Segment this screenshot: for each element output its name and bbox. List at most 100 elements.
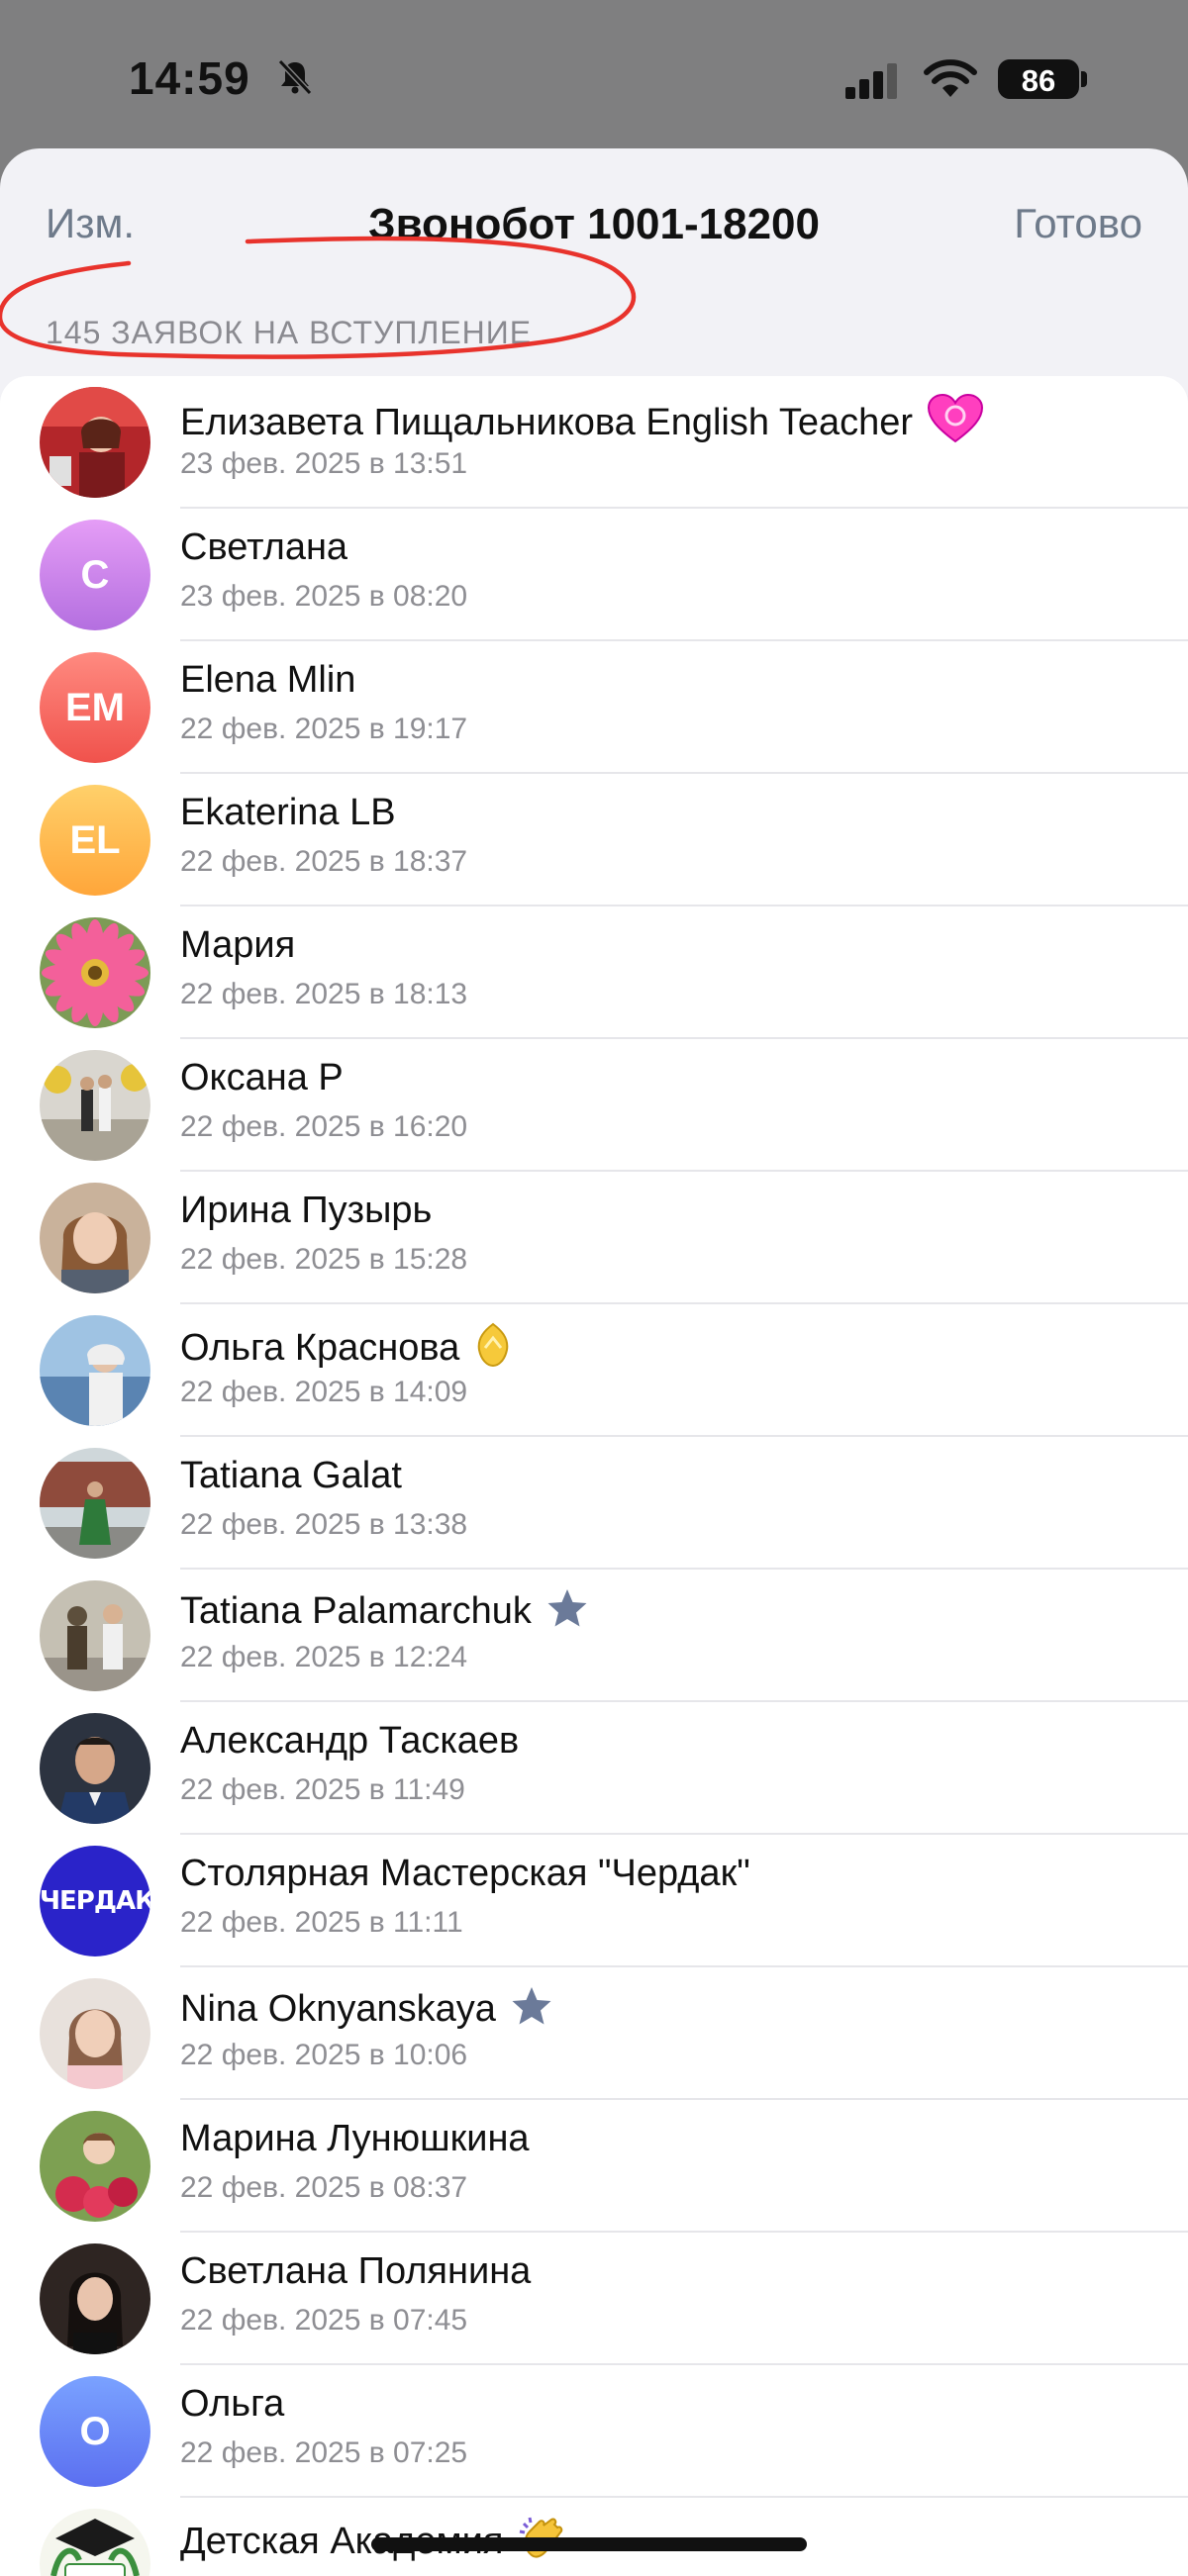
request-row[interactable]: С Светлана 23 фев. 2025 в 08:20 bbox=[0, 509, 1188, 641]
requester-name: Tatiana Palamarchuk bbox=[180, 1587, 589, 1639]
requester-name: Nina Oknyanskaya bbox=[180, 1985, 553, 2037]
requester-name: Ольга Краснова bbox=[180, 1322, 513, 1378]
requests-list: Елизавета Пищальникова English Teacher 23… bbox=[0, 376, 1188, 2576]
requester-name-text: Elena Mlin bbox=[180, 659, 356, 701]
requester-name-text: Елизавета Пищальникова English Teacher bbox=[180, 402, 914, 444]
requester-name-text: Марина Лунюшкина bbox=[180, 2118, 530, 2159]
avatar bbox=[40, 1978, 150, 2089]
avatar bbox=[40, 1050, 150, 1161]
request-date: 22 фев. 2025 в 16:20 bbox=[180, 1110, 468, 1143]
request-row[interactable]: Tatiana Palamarchuk 22 фев. 2025 в 12:24 bbox=[0, 1570, 1188, 1702]
request-row[interactable]: EM Elena Mlin 22 фев. 2025 в 19:17 bbox=[0, 641, 1188, 774]
wifi-icon bbox=[924, 59, 977, 97]
avatar-logo-text: ЧЕРДАК bbox=[40, 1886, 150, 1916]
request-date: 22 фев. 2025 в 11:49 bbox=[180, 1773, 465, 1806]
join-requests-sheet: Изм. Звонобот 1001-18200 Готово 145 ЗАЯВ… bbox=[0, 148, 1188, 2576]
request-date: 22 фев. 2025 в 19:17 bbox=[180, 713, 468, 745]
avatar bbox=[40, 1448, 150, 1559]
avatar: С bbox=[40, 520, 150, 630]
requester-name: Елизавета Пищальникова English Teacher bbox=[180, 393, 984, 455]
requester-name-text: Столярная Мастерская "Чердак" bbox=[180, 1853, 750, 1894]
avatar bbox=[40, 2111, 150, 2222]
star-icon bbox=[510, 1985, 553, 2037]
nav-bar: Изм. Звонобот 1001-18200 Готово bbox=[0, 148, 1188, 297]
requester-name: Elena Mlin bbox=[180, 659, 355, 702]
status-time: 14:59 bbox=[129, 52, 250, 104]
done-button[interactable]: Готово bbox=[1014, 200, 1142, 247]
avatar-initials: О bbox=[79, 2410, 111, 2453]
status-bar: 14:59 86 bbox=[0, 0, 1188, 148]
request-date: 22 фев. 2025 в 11:11 bbox=[180, 1906, 463, 1939]
requester-name-text: Ольга Краснова bbox=[180, 1327, 460, 1370]
requester-name: Марина Лунюшкина bbox=[180, 2118, 530, 2160]
avatar-initials: EL bbox=[69, 818, 121, 862]
star-icon bbox=[545, 1587, 589, 1639]
requester-name: Ekaterina LB bbox=[180, 792, 396, 834]
avatar bbox=[40, 387, 150, 498]
request-row[interactable]: Марина Лунюшкина 22 фев. 2025 в 08:37 bbox=[0, 2100, 1188, 2233]
request-date: 22 фев. 2025 в 10:06 bbox=[180, 2039, 468, 2071]
avatar-initials: EM bbox=[65, 686, 125, 729]
request-date: 22 фев. 2025 в 18:13 bbox=[180, 978, 468, 1010]
requester-name-text: Nina Oknyanskaya bbox=[180, 1988, 496, 2031]
request-row[interactable]: ЧЕРДАК Столярная Мастерская "Чердак" 22 фе… bbox=[0, 1835, 1188, 1967]
requester-name: Tatiana Galat bbox=[180, 1455, 402, 1497]
avatar bbox=[40, 2243, 150, 2354]
requester-name-text: Оксана Р bbox=[180, 1057, 344, 1098]
section-header: 145 ЗАЯВОК НА ВСТУПЛЕНИЕ bbox=[46, 315, 533, 350]
request-row[interactable]: Nina Oknyanskaya 22 фев. 2025 в 10:06 bbox=[0, 1967, 1188, 2100]
crown-icon bbox=[473, 1322, 513, 1378]
battery-level: 86 bbox=[1021, 63, 1056, 98]
avatar-initials: С bbox=[80, 553, 110, 597]
request-date: 22 фев. 2025 в 18:37 bbox=[180, 845, 468, 878]
home-indicator bbox=[371, 2537, 807, 2551]
request-row[interactable]: Елизавета Пищальникова English Teacher 23… bbox=[0, 376, 1188, 509]
request-date: 22 фев. 2025 в 15:28 bbox=[180, 1243, 468, 1276]
avatar bbox=[40, 1183, 150, 1293]
request-date: 22 фев. 2025 в 07:45 bbox=[180, 2304, 468, 2337]
avatar bbox=[40, 917, 150, 1028]
avatar bbox=[40, 1713, 150, 1824]
avatar: EL bbox=[40, 785, 150, 896]
request-row[interactable]: Александр Таскаев 22 фев. 2025 в 11:49 bbox=[0, 1702, 1188, 1835]
avatar bbox=[40, 2509, 150, 2576]
requester-name-text: Tatiana Galat bbox=[180, 1455, 402, 1496]
requester-name: Столярная Мастерская "Чердак" bbox=[180, 1853, 750, 1895]
requester-name: Оксана Р bbox=[180, 1057, 344, 1099]
requester-name-text: Tatiana Palamarchuk bbox=[180, 1590, 532, 1633]
requester-name: Ирина Пузырь bbox=[180, 1190, 432, 1232]
requester-name-text: Светлана Полянина bbox=[180, 2250, 532, 2292]
avatar: О bbox=[40, 2376, 150, 2487]
requester-name: Ольга bbox=[180, 2383, 284, 2426]
avatar: ЧЕРДАК bbox=[40, 1846, 150, 1956]
requester-name-text: Ирина Пузырь bbox=[180, 1190, 433, 1231]
battery-cap bbox=[1081, 71, 1087, 87]
request-row[interactable]: EL Ekaterina LB 22 фев. 2025 в 18:37 bbox=[0, 774, 1188, 906]
avatar bbox=[40, 1315, 150, 1426]
request-row[interactable]: Ольга Краснова 22 фев. 2025 в 14:09 bbox=[0, 1304, 1188, 1437]
request-date: 22 фев. 2025 в 14:09 bbox=[180, 1376, 468, 1408]
avatar bbox=[40, 1580, 150, 1691]
requester-name: Мария bbox=[180, 924, 295, 967]
request-date: 22 фев. 2025 в 13:38 bbox=[180, 1508, 468, 1541]
requester-name-text: Ekaterina LB bbox=[180, 792, 396, 833]
request-date: 23 фев. 2025 в 13:51 bbox=[180, 447, 468, 480]
request-row[interactable]: Светлана Полянина 22 фев. 2025 в 07:45 bbox=[0, 2233, 1188, 2365]
requester-name-text: Мария bbox=[180, 924, 296, 966]
avatar: EM bbox=[40, 652, 150, 763]
request-date: 23 фев. 2025 в 08:20 bbox=[180, 580, 468, 613]
requester-name: Светлана Полянина bbox=[180, 2250, 531, 2293]
page-title: Звонобот 1001-18200 bbox=[368, 200, 820, 248]
request-row[interactable]: Мария 22 фев. 2025 в 18:13 bbox=[0, 906, 1188, 1039]
request-row[interactable]: О Ольга 22 фев. 2025 в 07:25 bbox=[0, 2365, 1188, 2498]
request-date: 22 фев. 2025 в 08:37 bbox=[180, 2171, 468, 2204]
battery-indicator: 86 bbox=[998, 59, 1079, 99]
request-row[interactable]: Tatiana Galat 22 фев. 2025 в 13:38 bbox=[0, 1437, 1188, 1570]
bell-muted-icon bbox=[277, 58, 313, 96]
cellular-signal-icon bbox=[845, 63, 897, 99]
request-row[interactable]: Оксана Р 22 фев. 2025 в 16:20 bbox=[0, 1039, 1188, 1172]
heart-icon bbox=[927, 393, 984, 455]
requester-name-text: Ольга bbox=[180, 2383, 285, 2425]
request-date: 22 фев. 2025 в 12:24 bbox=[180, 1641, 468, 1673]
request-row[interactable]: Ирина Пузырь 22 фев. 2025 в 15:28 bbox=[0, 1172, 1188, 1304]
